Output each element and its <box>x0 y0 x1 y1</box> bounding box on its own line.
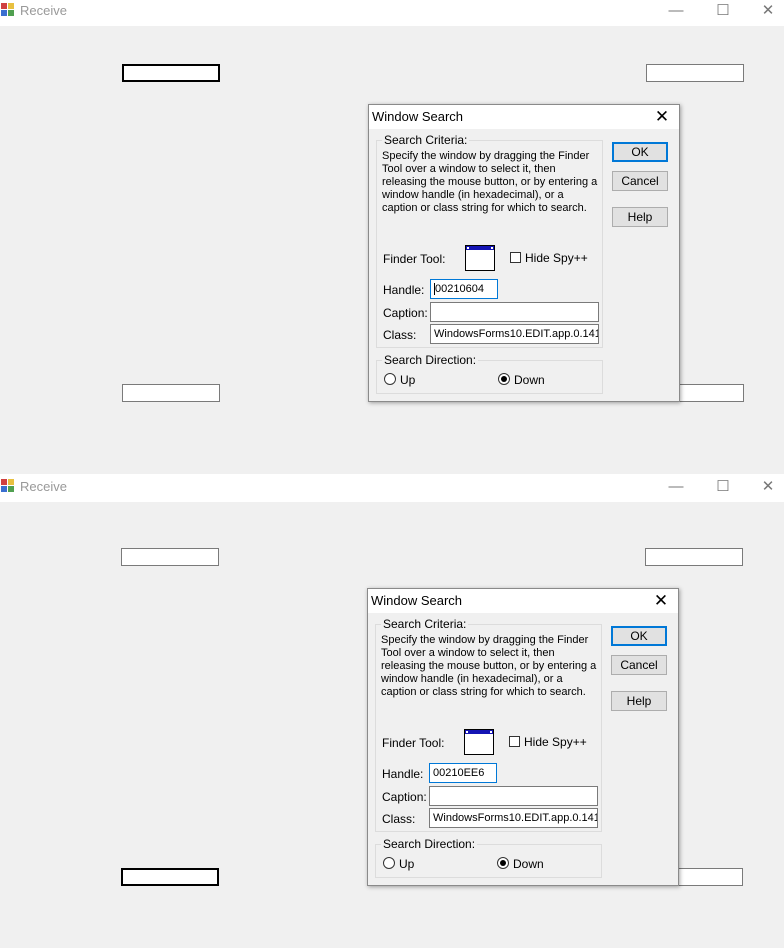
window-title: Receive <box>20 3 67 18</box>
help-button[interactable]: Help <box>611 691 667 711</box>
dialog-title: Window Search <box>371 593 463 608</box>
textbox-top-right[interactable] <box>646 64 744 82</box>
finder-tool-label: Finder Tool: <box>383 252 446 266</box>
help-button[interactable]: Help <box>612 207 668 227</box>
finder-tool-icon[interactable] <box>464 729 494 755</box>
direction-up-radio[interactable] <box>383 857 395 869</box>
minimize-icon[interactable]: — <box>653 476 699 498</box>
handle-input[interactable]: 00210EE6 <box>429 763 497 783</box>
textbox-top-left[interactable] <box>121 548 219 566</box>
window-search-dialog: Window Search ✕ Search Criteria: Specify… <box>368 104 680 402</box>
finder-tool-label: Finder Tool: <box>382 736 445 750</box>
class-input[interactable]: WindowsForms10.EDIT.app.0.141 <box>430 324 599 344</box>
close-icon[interactable]: ✕ <box>745 476 784 498</box>
caption-input[interactable] <box>429 786 598 806</box>
app-icon <box>1 479 14 492</box>
finder-tool-icon[interactable] <box>465 245 495 271</box>
handle-input[interactable]: 00210604 <box>430 279 498 299</box>
window-title: Receive <box>20 479 67 494</box>
search-criteria-legend: Search Criteria: <box>382 133 470 147</box>
hide-spy-checkbox[interactable] <box>509 736 520 747</box>
maximize-icon[interactable]: ☐ <box>700 476 746 498</box>
caption-label: Caption: <box>383 306 428 320</box>
textbox-bottom-left[interactable] <box>121 868 219 886</box>
ok-button[interactable]: OK <box>612 142 668 162</box>
search-direction-legend: Search Direction: <box>382 353 479 367</box>
class-label: Class: <box>383 328 417 342</box>
hide-spy-label: Hide Spy++ <box>524 735 587 749</box>
textbox-top-right[interactable] <box>645 548 743 566</box>
title-bar[interactable]: Receive — ☐ ✕ <box>0 0 784 26</box>
dialog-close-icon[interactable]: ✕ <box>648 591 674 611</box>
app-icon <box>1 3 14 16</box>
maximize-icon[interactable]: ☐ <box>700 0 746 22</box>
caption-input[interactable] <box>430 302 599 322</box>
direction-down-radio[interactable] <box>497 857 509 869</box>
textbox-bottom-left[interactable] <box>122 384 220 402</box>
search-criteria-legend: Search Criteria: <box>381 617 469 631</box>
search-direction-legend: Search Direction: <box>381 837 478 851</box>
instructions-text: Specify the window by dragging the Finde… <box>382 150 598 214</box>
dialog-title-bar[interactable]: Window Search ✕ <box>369 105 679 129</box>
caption-label: Caption: <box>382 790 427 804</box>
handle-label: Handle: <box>382 767 424 781</box>
textbox-top-left[interactable] <box>122 64 220 82</box>
dialog-title-bar[interactable]: Window Search ✕ <box>368 589 678 613</box>
hide-spy-label: Hide Spy++ <box>525 251 588 265</box>
window-search-dialog: Window Search ✕ Search Criteria: Specify… <box>367 588 679 886</box>
cancel-button[interactable]: Cancel <box>612 171 668 191</box>
direction-up-label: Up <box>400 373 416 387</box>
cancel-button[interactable]: Cancel <box>611 655 667 675</box>
receive-window-2: Receive — ☐ ✕ Window Search ✕ Search Cri… <box>0 476 784 948</box>
receive-window-1: Receive — ☐ ✕ Window Search ✕ Search Cri… <box>0 0 784 474</box>
ok-button[interactable]: OK <box>611 626 667 646</box>
minimize-icon[interactable]: — <box>653 0 699 22</box>
instructions-text: Specify the window by dragging the Finde… <box>381 634 597 698</box>
class-input[interactable]: WindowsForms10.EDIT.app.0.141 <box>429 808 598 828</box>
direction-down-label: Down <box>513 857 544 871</box>
dialog-title: Window Search <box>372 109 464 124</box>
direction-up-radio[interactable] <box>384 373 396 385</box>
direction-down-radio[interactable] <box>498 373 510 385</box>
direction-down-label: Down <box>514 373 545 387</box>
title-bar[interactable]: Receive — ☐ ✕ <box>0 476 784 502</box>
dialog-close-icon[interactable]: ✕ <box>649 107 675 127</box>
hide-spy-checkbox[interactable] <box>510 252 521 263</box>
direction-up-label: Up <box>399 857 415 871</box>
close-icon[interactable]: ✕ <box>745 0 784 22</box>
handle-label: Handle: <box>383 283 425 297</box>
class-label: Class: <box>382 812 416 826</box>
